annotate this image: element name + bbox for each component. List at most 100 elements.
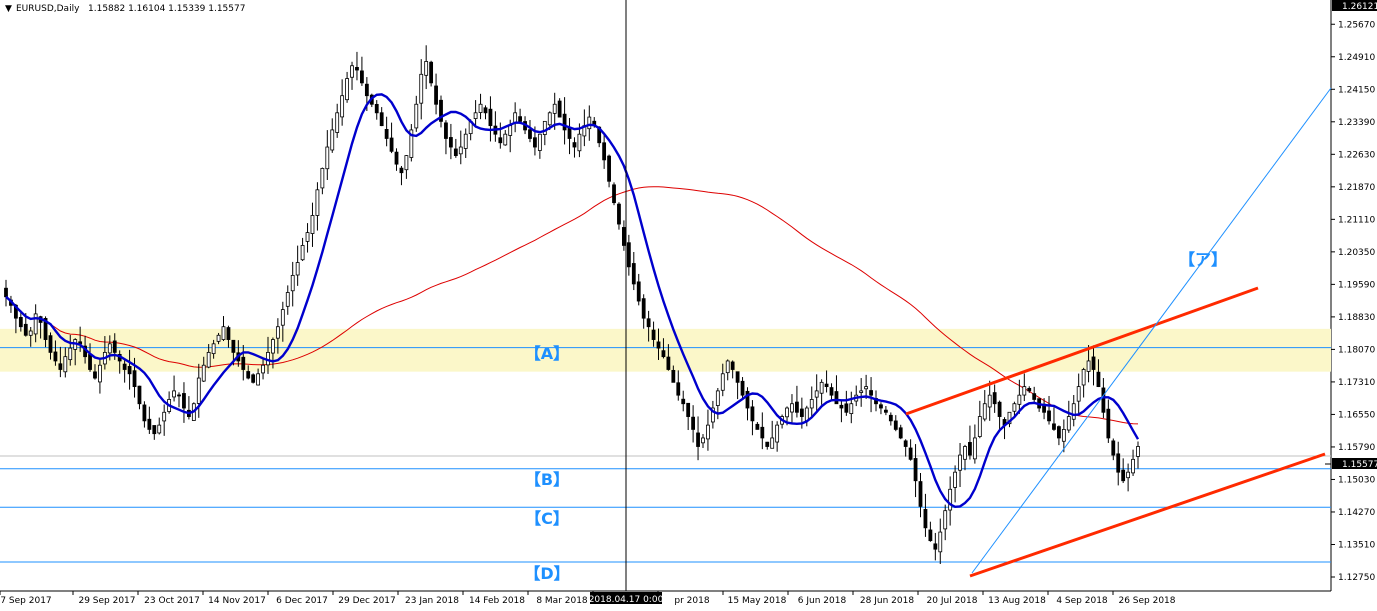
- y-tick-label: 1.16550: [1338, 410, 1375, 420]
- x-tick-label: 20 Jul 2018: [927, 596, 978, 606]
- candle-body: [379, 112, 384, 127]
- candle-body: [1091, 356, 1096, 370]
- x-tick-label: 29 Sep 2017: [78, 596, 135, 606]
- candle-body: [1136, 446, 1140, 457]
- x-tick-label: 29 Dec 2017: [338, 596, 396, 606]
- candle-body: [577, 133, 582, 152]
- candle-body: [453, 148, 458, 156]
- candle-body: [607, 155, 611, 182]
- candle-body: [829, 387, 834, 396]
- candle-body: [760, 426, 765, 439]
- candle-body: [488, 108, 493, 127]
- candle-body: [142, 404, 147, 422]
- candle-body: [107, 343, 112, 354]
- candle-body: [587, 116, 592, 130]
- candle-body: [1101, 387, 1106, 413]
- candle-body: [394, 151, 399, 165]
- candle-body: [389, 137, 394, 152]
- candle-body: [256, 373, 261, 386]
- candle-body: [315, 189, 320, 216]
- candle-body: [33, 313, 38, 335]
- candle-body: [152, 425, 157, 435]
- candle-body: [968, 442, 972, 456]
- candle-body: [1052, 423, 1056, 430]
- candle-body: [98, 364, 102, 383]
- candle-body: [374, 103, 379, 114]
- candle-body: [795, 401, 799, 413]
- candle-body: [542, 120, 547, 135]
- zone-c-label: 【C】: [525, 509, 569, 528]
- candle-body: [4, 287, 8, 298]
- candle-body: [177, 394, 181, 397]
- candle-body: [345, 78, 349, 101]
- price-axis: 1.25670 1.24910 1.24150 1.23390 1.22630 1.218…: [1331, 20, 1375, 583]
- y-tick-label: 1.12750: [1338, 573, 1375, 583]
- candle-body: [691, 416, 696, 430]
- candle-body: [1022, 386, 1027, 396]
- candle-body: [404, 155, 409, 171]
- candle-body: [508, 125, 513, 136]
- x-tick-label: 23 Jan 2018: [405, 596, 459, 606]
- price-chart: 【A】 【B】 【C】 【D】 【ア】 ▼ EURUSD,Daily 1.158…: [0, 0, 1377, 606]
- candle-body: [869, 390, 873, 396]
- candle-body: [196, 377, 201, 404]
- candle-body: [681, 398, 686, 405]
- candle-body: [63, 356, 68, 373]
- candle-body: [182, 393, 186, 409]
- candle-body: [612, 184, 616, 204]
- candle-body: [280, 309, 285, 326]
- candle-body: [765, 441, 770, 447]
- candle-body: [360, 70, 364, 84]
- candle-body: [646, 318, 651, 328]
- candle-body: [1076, 386, 1081, 402]
- zone-a-label: 【A】: [525, 344, 569, 363]
- candle-body: [1081, 369, 1086, 386]
- y-tick-label: 1.20350: [1338, 248, 1375, 258]
- candle-body: [963, 446, 967, 460]
- candle-body: [53, 351, 58, 362]
- x-tick-label: 13 Aug 2018: [988, 596, 1046, 606]
- candle-body: [201, 364, 206, 382]
- candle-body: [982, 403, 987, 420]
- candle-body: [987, 394, 992, 408]
- candle-body: [1017, 394, 1022, 405]
- candle-body: [933, 543, 938, 550]
- candle-body: [330, 129, 335, 151]
- candle-body: [528, 129, 532, 139]
- candle-body: [948, 488, 953, 511]
- candle-body: [340, 95, 345, 118]
- candle-body: [300, 245, 305, 261]
- y-tick-label: 1.21870: [1338, 183, 1375, 193]
- candle-body: [424, 61, 429, 76]
- candle-body: [903, 440, 908, 447]
- candle-body: [1032, 393, 1037, 400]
- candle-body: [824, 383, 829, 388]
- y-tick-label: 1.24150: [1338, 85, 1375, 95]
- candle-body: [928, 529, 933, 542]
- candle-body: [557, 100, 562, 118]
- candle-body: [785, 407, 789, 418]
- candle-body: [1027, 387, 1032, 392]
- candle-body: [641, 298, 646, 319]
- x-tick-label: 15 May 2018: [728, 596, 787, 606]
- candle-body: [879, 404, 883, 409]
- candle-body: [943, 510, 948, 530]
- candle-body: [1057, 426, 1061, 439]
- y-tick-label: 1.21110: [1338, 215, 1375, 225]
- candle-body: [562, 113, 567, 131]
- candle-body: [666, 356, 671, 370]
- candle-body: [547, 112, 552, 126]
- candle-body: [448, 137, 453, 148]
- symbol-label: EURUSD,Daily: [16, 4, 80, 14]
- candle-body: [622, 227, 626, 246]
- candle-body: [58, 363, 63, 370]
- candle-body: [908, 447, 913, 460]
- candle-body: [518, 116, 522, 122]
- candle-body: [251, 374, 256, 383]
- candle-body: [696, 432, 700, 447]
- candle-body: [132, 370, 137, 388]
- x-tick-label: 6 Dec 2017: [276, 596, 328, 606]
- candle-body: [429, 61, 434, 84]
- candle-body: [572, 142, 577, 148]
- candle-body: [740, 380, 745, 396]
